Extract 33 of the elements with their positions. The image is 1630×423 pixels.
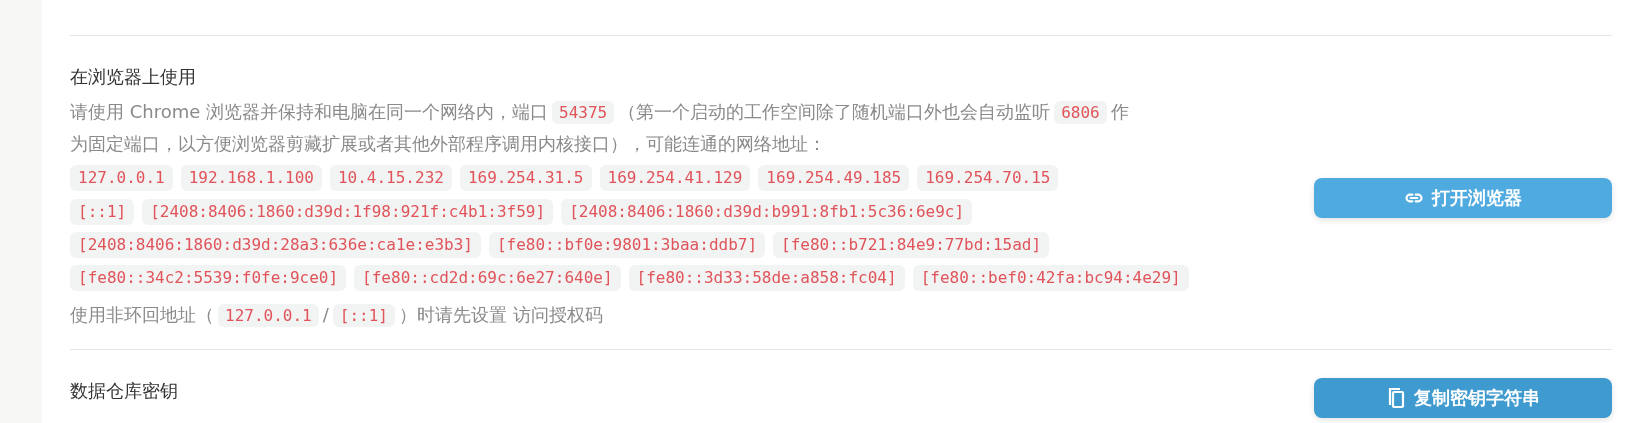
address-code: 10.4.15.232 bbox=[329, 165, 452, 191]
setting-title: 数据仓库密钥 bbox=[70, 379, 179, 403]
setting-title: 在浏览器上使用 bbox=[70, 65, 197, 89]
address-code: [fe80::cd2d:69c:6e27:640e] bbox=[354, 265, 621, 291]
address-code: 192.168.1.100 bbox=[180, 165, 322, 191]
address-code: [2408:8406:1860:d39d:b991:8fb1:5c36:6e9c] bbox=[561, 199, 973, 225]
address-code: [::1] bbox=[70, 199, 135, 225]
address-code: 127.0.0.1 bbox=[218, 304, 319, 327]
address-code: [fe80::34c2:5539:f0fe:9ce0] bbox=[70, 265, 347, 291]
copy-icon bbox=[1386, 387, 1406, 409]
address-code: [fe80::3d33:58de:a858:fc04] bbox=[628, 265, 905, 291]
note-text: 使用非环回地址（ bbox=[70, 304, 214, 325]
address-code: [::1] bbox=[332, 304, 395, 327]
note-text: ）时请先设置 访问授权码 bbox=[398, 304, 603, 325]
action-button[interactable]: 打开浏览器 bbox=[1314, 177, 1612, 218]
address-code: 127.0.0.1 bbox=[70, 165, 173, 191]
address-code: [fe80::bf0e:9801:3baa:ddb7] bbox=[488, 232, 766, 258]
address-code: 169.254.41.129 bbox=[599, 165, 751, 191]
address-code: 169.254.31.5 bbox=[459, 165, 592, 191]
note-text: / bbox=[322, 304, 329, 325]
description-text: （第一个启动的工作空间除了随机端口外也会自动监听 bbox=[618, 101, 1051, 122]
description-text: 作 bbox=[1110, 101, 1129, 122]
address-code: [fe80::b721:84e9:77bd:15ad] bbox=[773, 232, 1050, 258]
address-code: [2408:8406:1860:d39d:28a3:636e:ca1e:e3b3] bbox=[70, 232, 481, 258]
description-text: 请使用 Chrome 浏览器并保持和电脑在同一个网络内，端口 bbox=[70, 101, 549, 122]
port-code: 54375 bbox=[552, 101, 615, 124]
address-code: [2408:8406:1860:d39d:1f98:921f:c4b1:3f59] bbox=[142, 199, 554, 225]
port-code: 6806 bbox=[1054, 101, 1107, 124]
action-button[interactable]: 复制密钥字符串 bbox=[1314, 378, 1612, 418]
description-text: 为固定端口，以方便浏览器剪藏扩展或者其他外部程序调用内核接口），可能连通的网络地址： bbox=[70, 133, 826, 154]
address-code: 169.254.70.15 bbox=[917, 165, 1059, 191]
address-code: [fe80::bef0:42fa:bc94:4e29] bbox=[912, 265, 1189, 291]
address-code: 169.254.49.185 bbox=[758, 165, 910, 191]
